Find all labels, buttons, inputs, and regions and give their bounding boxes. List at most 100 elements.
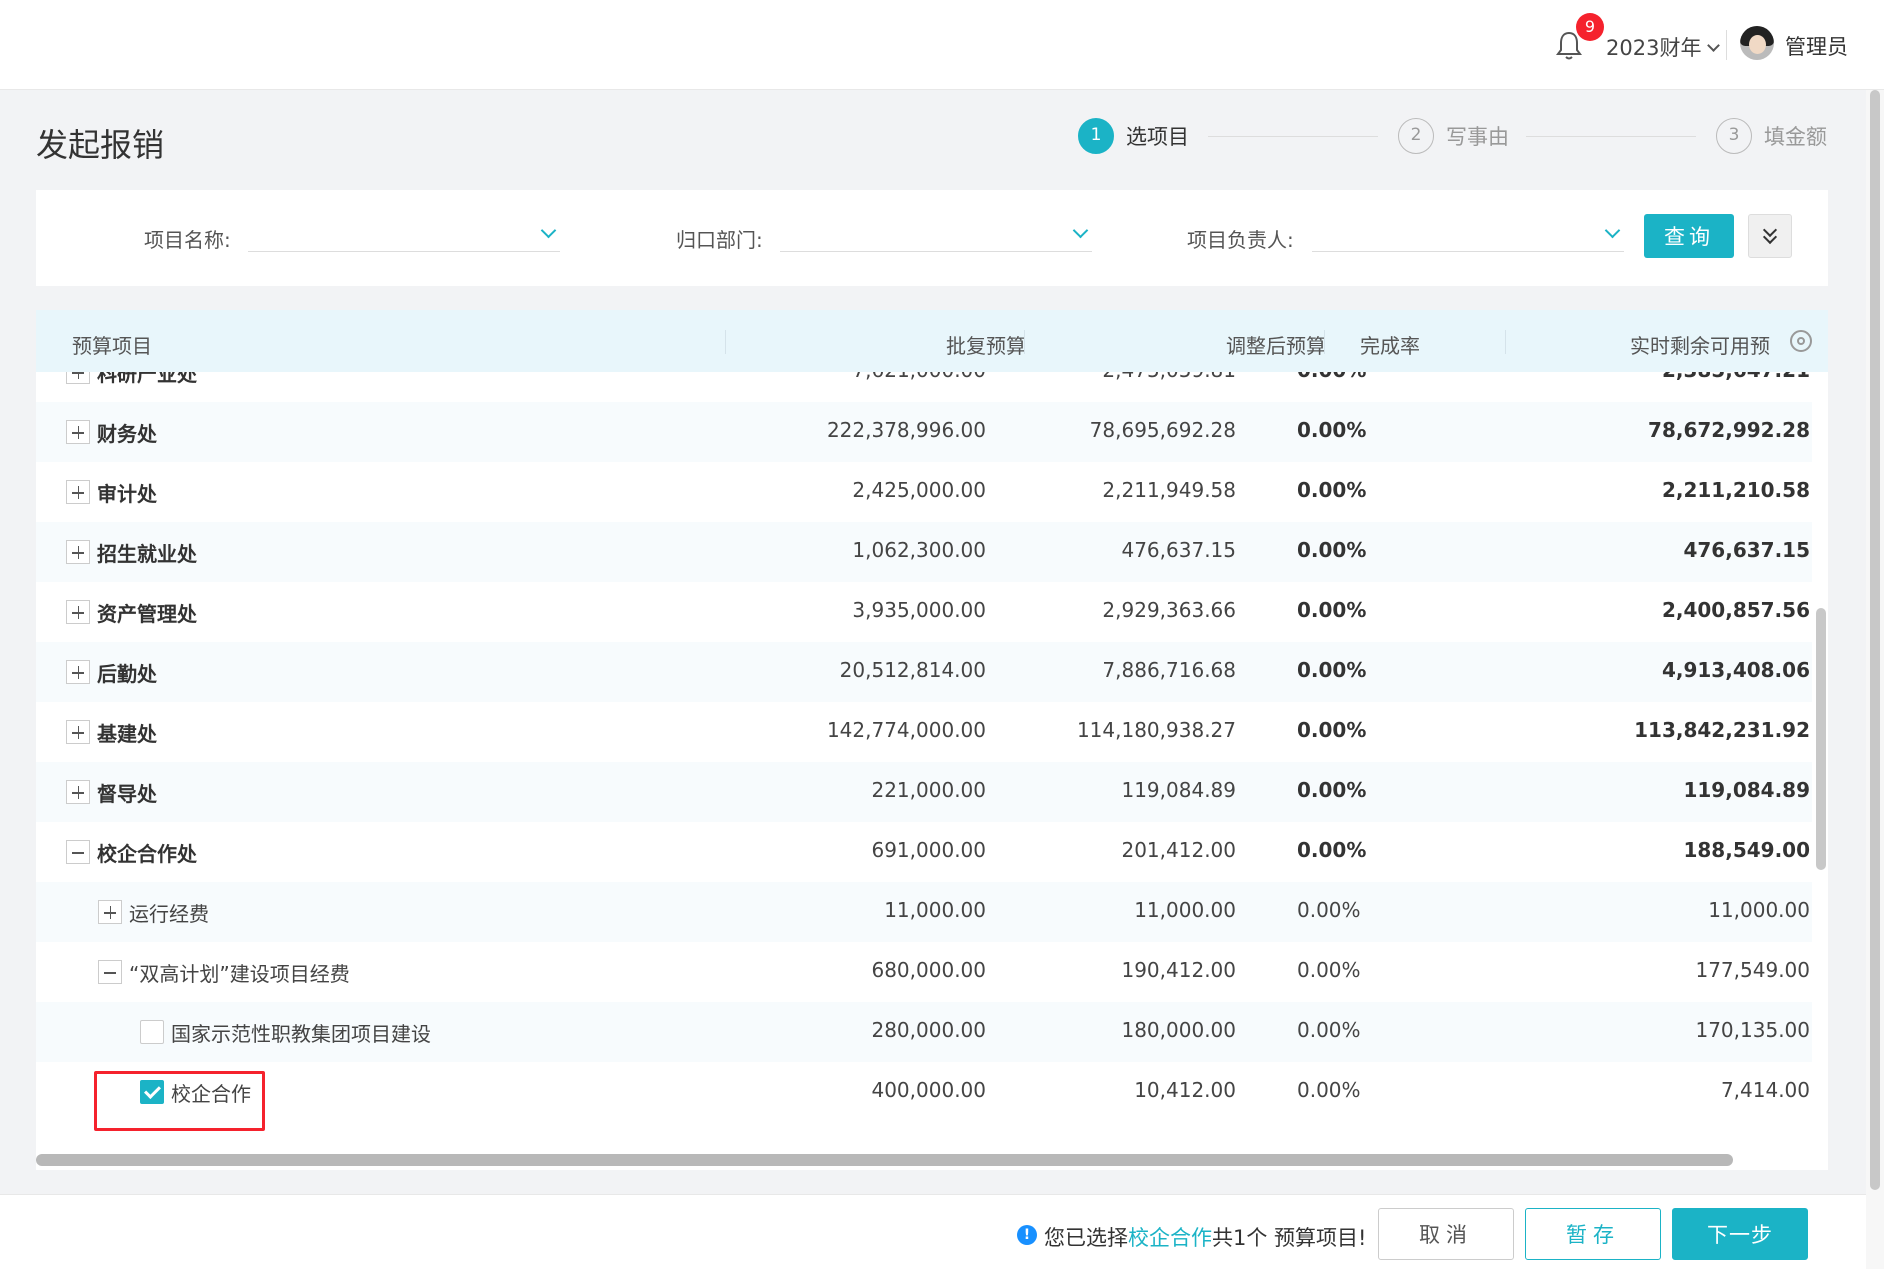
step-connector	[1526, 136, 1696, 137]
expand-plus-icon[interactable]	[66, 600, 90, 624]
cancel-button[interactable]: 取消	[1378, 1208, 1514, 1260]
step-1-number: 1	[1078, 118, 1114, 154]
table-horizontal-scrollbar[interactable]	[36, 1152, 1828, 1166]
cell-budget-item: 运行经费	[129, 902, 209, 926]
cell-budget-item: 督导处	[97, 782, 157, 806]
expand-plus-icon[interactable]	[66, 372, 90, 384]
table-row[interactable]: 校企合作 400,000.00 10,412.00 0.00% 7,414.00	[36, 1062, 1812, 1122]
col-approved: 批复预算	[946, 334, 1026, 358]
settings-gear-icon[interactable]	[1790, 330, 1812, 352]
expand-plus-icon[interactable]	[66, 660, 90, 684]
table-body: 科研产业处7,621,000.002,475,059.810.00%2,385,…	[36, 372, 1812, 1142]
msg-selected-item[interactable]: 校企合作	[1128, 1226, 1212, 1250]
cell-budget-item: 国家示范性职教集团项目建设	[171, 1022, 431, 1046]
chevron-down-icon	[1707, 39, 1721, 52]
cell-budget-item: 科研产业处	[97, 372, 197, 386]
step-3-label: 填金额	[1764, 125, 1827, 149]
table-row[interactable]: 审计处 2,425,000.00 2,211,949.58 0.00% 2,211,21…	[36, 462, 1812, 522]
table-row[interactable]: 校企合作处 691,000.00 201,412.00 0.00% 188,549.00	[36, 822, 1812, 882]
expand-plus-icon[interactable]	[66, 420, 90, 444]
avatar[interactable]	[1740, 26, 1774, 60]
next-step-button[interactable]: 下一步	[1672, 1208, 1808, 1260]
chevron-down-icon	[1072, 222, 1089, 239]
chevron-down-icon	[1604, 222, 1621, 239]
column-separator	[725, 330, 726, 354]
expand-plus-icon[interactable]	[66, 780, 90, 804]
collapse-minus-icon[interactable]	[66, 840, 90, 864]
cell-adjusted: 11,000.00	[1134, 898, 1236, 922]
cell-remaining: 11,000.00	[1708, 898, 1810, 922]
search-panel: 项目名称: 归口部门: 项目负责人: 查询	[36, 190, 1828, 286]
cell-budget-item: 审计处	[97, 482, 157, 506]
table-row[interactable]: 运行经费 11,000.00 11,000.00 0.00% 11,000.00	[36, 882, 1812, 942]
cell-remaining: 113,842,231.92	[1634, 718, 1810, 742]
horizontal-scrollbar-thumb[interactable]	[36, 1154, 1733, 1166]
cell-rate: 0.00%	[1297, 538, 1367, 562]
vertical-scrollbar-thumb[interactable]	[1816, 608, 1826, 870]
step-3-number: 3	[1716, 118, 1752, 154]
cell-rate: 0.00%	[1297, 1018, 1361, 1042]
cell-adjusted: 114,180,938.27	[1076, 718, 1236, 742]
msg-prefix: 您已选择	[1044, 1226, 1128, 1250]
msg-suffix: 共1个 预算项目!	[1212, 1226, 1367, 1250]
cell-adjusted: 190,412.00	[1121, 958, 1236, 982]
user-name[interactable]: 管理员	[1785, 31, 1848, 61]
table-row[interactable]: 财务处 222,378,996.00 78,695,692.28 0.00% 78,67…	[36, 402, 1812, 462]
col-rate: 完成率	[1360, 334, 1420, 358]
cell-adjusted: 2,929,363.66	[1102, 598, 1236, 622]
cell-remaining: 177,549.00	[1695, 958, 1810, 982]
cell-rate: 0.00%	[1297, 658, 1367, 682]
step-2-number: 2	[1398, 118, 1434, 154]
page-scrollbar[interactable]	[1866, 90, 1884, 1269]
info-icon: !	[1017, 1225, 1037, 1245]
cell-rate: 0.00%	[1297, 598, 1367, 622]
department-select[interactable]	[780, 216, 1092, 252]
table-row[interactable]: 招生就业处 1,062,300.00 476,637.15 0.00% 476,637.…	[36, 522, 1812, 582]
cell-rate: 0.00%	[1297, 372, 1366, 382]
expand-plus-icon[interactable]	[66, 540, 90, 564]
cell-remaining: 2,385,647.21	[1436, 372, 1810, 382]
owner-select[interactable]	[1312, 216, 1624, 252]
cell-remaining: 170,135.00	[1695, 1018, 1810, 1042]
cell-rate: 0.00%	[1297, 418, 1367, 442]
budget-table: 预算项目 批复预算 调整后预算 完成率 实时剩余可用预 科研产业处7,621,0…	[36, 310, 1828, 1170]
cell-adjusted: 2,475,059.81	[926, 372, 1236, 382]
row-checkbox[interactable]	[140, 1020, 164, 1044]
table-row[interactable]: 资产管理处 3,935,000.00 2,929,363.66 0.00% 2,400,…	[36, 582, 1812, 642]
cell-budget-item: 资产管理处	[97, 602, 197, 626]
column-separator	[1324, 330, 1325, 354]
save-draft-button[interactable]: 暂存	[1525, 1208, 1661, 1260]
table-row[interactable]: 后勤处 20,512,814.00 7,886,716.68 0.00% 4,913,4…	[36, 642, 1812, 702]
expand-plus-icon[interactable]	[98, 900, 122, 924]
cell-remaining: 4,913,408.06	[1661, 658, 1810, 682]
cell-adjusted: 476,637.15	[1121, 538, 1236, 562]
expand-plus-icon[interactable]	[66, 720, 90, 744]
table-row[interactable]: 基建处 142,774,000.00 114,180,938.27 0.00% 113,…	[36, 702, 1812, 762]
cell-adjusted: 7,886,716.68	[1102, 658, 1236, 682]
fiscal-year-selector[interactable]: 2023财年	[1606, 32, 1721, 62]
fiscal-year-label: 2023财年	[1606, 36, 1702, 60]
divider	[1726, 30, 1727, 60]
table-row[interactable]: 国家示范性职教集团项目建设 280,000.00 180,000.00 0.00% 17…	[36, 1002, 1812, 1062]
expand-filters-button[interactable]	[1748, 214, 1792, 258]
cell-remaining: 78,672,992.28	[1648, 418, 1810, 442]
cell-budget-item: “双高计划”建设项目经费	[129, 962, 350, 986]
cell-budget-item: 财务处	[97, 422, 157, 446]
cell-budget-item: 招生就业处	[97, 542, 197, 566]
expand-plus-icon[interactable]	[66, 480, 90, 504]
table-row[interactable]: “双高计划”建设项目经费 680,000.00 190,412.00 0.00% 177…	[36, 942, 1812, 1002]
table-vertical-scrollbar[interactable]	[1814, 372, 1828, 1142]
table-row[interactable]: 科研产业处7,621,000.002,475,059.810.00%2,385,…	[36, 372, 1812, 402]
project-name-select[interactable]	[248, 216, 560, 252]
cell-budget-item: 校企合作处	[97, 842, 197, 866]
chevron-down-icon	[540, 222, 557, 239]
collapse-minus-icon[interactable]	[98, 960, 122, 984]
step-connector	[1208, 136, 1378, 137]
owner-label: 项目负责人:	[1187, 228, 1294, 252]
cell-adjusted: 78,695,692.28	[1089, 418, 1236, 442]
col-remaining: 实时剩余可用预	[1630, 334, 1770, 358]
query-button[interactable]: 查询	[1644, 214, 1734, 258]
page-scrollbar-thumb[interactable]	[1870, 90, 1880, 1190]
selection-highlight-box	[94, 1071, 265, 1131]
table-row[interactable]: 督导处 221,000.00 119,084.89 0.00% 119,084.89	[36, 762, 1812, 822]
